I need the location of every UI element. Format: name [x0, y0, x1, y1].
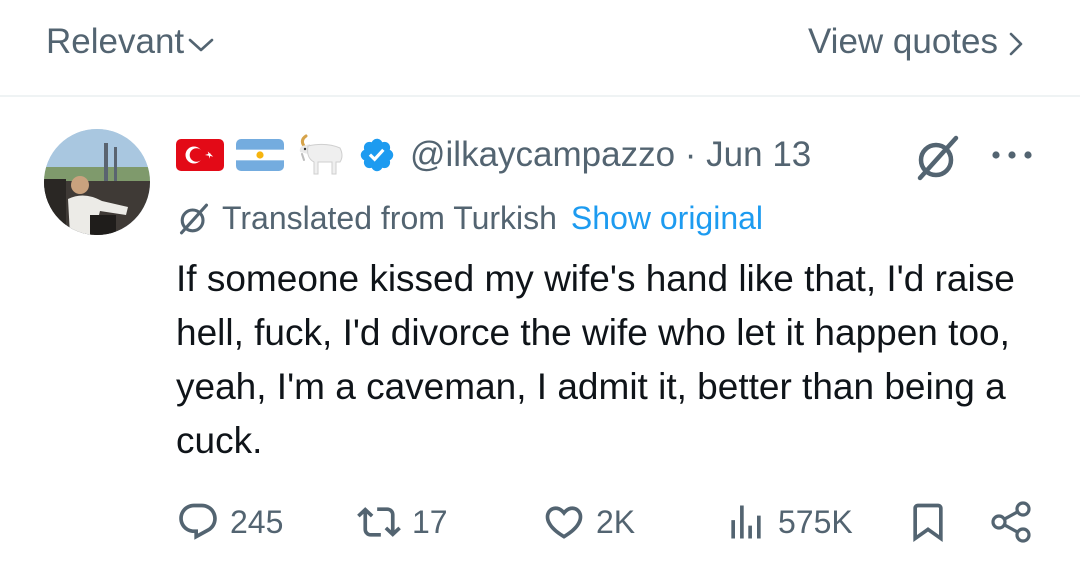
grok-icon[interactable] — [912, 132, 964, 184]
repost-button[interactable]: 17 — [356, 500, 448, 544]
avatar[interactable] — [44, 129, 150, 235]
translate-icon — [179, 203, 209, 234]
bookmark-icon — [913, 503, 943, 543]
goat-emoji-icon — [296, 132, 346, 178]
verified-icon — [358, 136, 396, 174]
flag-argentina-icon — [236, 139, 284, 171]
chevron-down-icon — [188, 38, 214, 52]
repost-icon — [357, 507, 401, 537]
reply-button[interactable]: 245 — [176, 500, 283, 544]
like-count: 2K — [596, 503, 636, 540]
bookmark-button[interactable] — [906, 500, 950, 544]
flag-turkey-icon — [176, 139, 224, 171]
replies-header: Relevant View quotes — [0, 0, 1080, 97]
more-options-icon[interactable] — [990, 140, 1034, 170]
sort-label: Relevant — [46, 22, 185, 61]
reply-icon — [179, 503, 217, 540]
views-icon — [731, 505, 761, 539]
view-quotes-label: View quotes — [807, 22, 998, 61]
views-button[interactable]: 575K — [724, 500, 853, 544]
tweet-text: If someone kissed my wife's hand like th… — [176, 258, 1015, 461]
share-icon — [991, 501, 1031, 543]
views-count: 575K — [778, 503, 853, 540]
tweet-author-line: @ilkaycampazzo · Jun 13 — [176, 130, 811, 180]
chevron-right-icon — [1009, 32, 1023, 55]
like-button[interactable]: 2K — [542, 500, 635, 544]
share-button[interactable] — [990, 500, 1034, 544]
sort-dropdown[interactable]: Relevant — [46, 22, 214, 62]
reply-count: 245 — [230, 503, 284, 540]
author-handle-and-date[interactable]: @ilkaycampazzo · Jun 13 — [410, 135, 811, 175]
show-original-link[interactable]: Show original — [571, 200, 763, 237]
repost-count: 17 — [412, 503, 448, 540]
tweet-actions: 245 17 2K 575K — [176, 500, 1036, 548]
view-quotes-link[interactable]: View quotes — [808, 22, 1024, 62]
translated-from-label: Translated from Turkish — [222, 200, 557, 236]
heart-icon — [545, 506, 583, 539]
translation-info: Translated from Turkish Show original — [176, 200, 763, 237]
